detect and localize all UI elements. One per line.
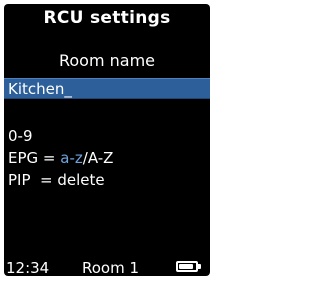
hint-digits: 0-9 <box>8 127 33 145</box>
hint-pip: PIP = delete <box>8 171 105 189</box>
room-name-label: Room name <box>58 51 156 70</box>
room-name-value: Kitchen_ <box>8 80 72 98</box>
page-title: RCU settings <box>43 8 171 28</box>
battery-fill <box>179 264 193 269</box>
battery-icon <box>176 261 198 272</box>
status-room: Room 1 <box>82 259 140 276</box>
hint-epg: EPG = a-z/A-Z <box>8 149 113 167</box>
status-time: 12:34 <box>6 259 50 276</box>
hint-epg-label: EPG = <box>8 149 61 167</box>
hint-epg-uppercase: A-Z <box>87 149 114 167</box>
room-name-input[interactable]: Kitchen_ <box>4 78 210 99</box>
hint-epg-lowercase: a-z <box>60 149 83 167</box>
status-bar: 12:34 Room 1 <box>4 259 210 276</box>
rcu-screen: RCU settings Room name Kitchen_ 0-9 EPG … <box>4 4 210 276</box>
battery-tip <box>198 264 201 269</box>
